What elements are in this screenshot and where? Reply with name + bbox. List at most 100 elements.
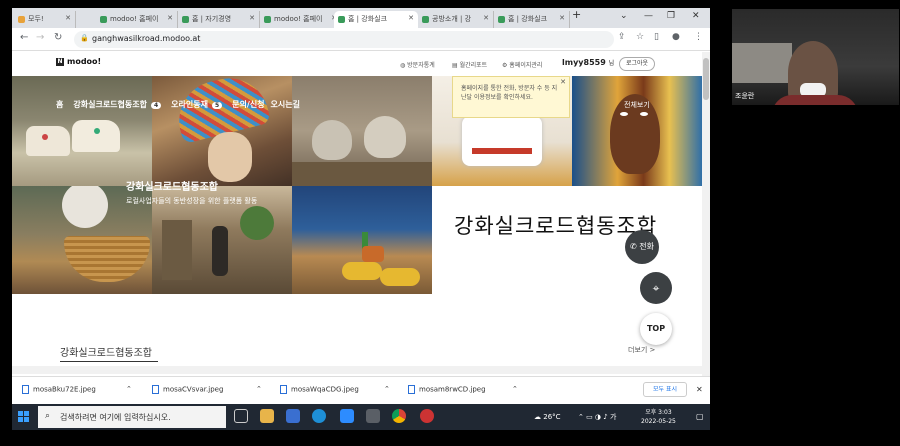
windows-start-icon[interactable] xyxy=(18,411,30,423)
tab-1[interactable]: 모두! ✕ xyxy=(14,11,76,28)
close-icon[interactable]: ✕ xyxy=(408,14,414,22)
main-nav: 홈 강화실크로드협동조합 4 오라인동재 5 문의/신청 오시는길 xyxy=(56,99,310,110)
link-monthly-report[interactable]: ▤ 월간리포트 xyxy=(452,60,487,69)
downloads-bar: mosaBku72E.jpeg ⌃ mosaCVsvar.jpeg ⌃ mosaWq… xyxy=(12,376,710,404)
scroll-top-button[interactable]: TOP xyxy=(640,313,672,345)
horizontal-scrollbar[interactable] xyxy=(12,366,702,374)
background-window xyxy=(732,43,792,83)
section-title: 강화실크로드협동조합 xyxy=(60,348,152,359)
user-id: lmyy8559 님 xyxy=(562,58,615,67)
show-all-downloads-button[interactable]: 모두 표시 xyxy=(643,382,687,397)
logout-button[interactable]: 로그아웃 xyxy=(619,57,655,71)
hero-photo-ceramic-birds xyxy=(292,76,432,186)
close-icon[interactable]: ✕ xyxy=(249,14,255,22)
phone-icon: ✆ xyxy=(630,242,637,251)
search-icon: ⌕ xyxy=(45,411,51,421)
link-visitor-stats[interactable]: ◍ 방문자통계 xyxy=(400,60,435,69)
cloud-icon: ☁ xyxy=(534,413,541,421)
url-input[interactable]: 🔒 ganghwasilkroad.modoo.at xyxy=(74,31,614,48)
download-item[interactable]: mosam8rwCD.jpeg ⌃ xyxy=(408,385,518,394)
participant-name: 조윤란 xyxy=(735,92,755,100)
participant-video: 조윤란 xyxy=(732,9,899,105)
file-explorer-icon[interactable] xyxy=(260,409,274,423)
brush-calligraphy-title: 강화실크로드협동조합 xyxy=(454,214,658,238)
download-item[interactable]: mosaCVsvar.jpeg ⌃ xyxy=(152,385,262,394)
chevron-up-icon[interactable]: ⌃ xyxy=(126,385,132,393)
tab-active[interactable]: 홈 | 강화실크 ✕ xyxy=(334,11,418,28)
download-item[interactable]: mosaWqaCDG.jpeg ⌃ xyxy=(280,385,390,394)
hero-photo-knit-hat xyxy=(152,76,292,186)
more-link[interactable]: 더보기 > xyxy=(628,345,655,355)
web-page: Nmodoo! ◍ 방문자통계 ▤ 월간리포트 ⚙ 홈페이지관리 lmyy855… xyxy=(12,52,710,376)
close-icon[interactable]: ✕ xyxy=(167,14,173,22)
task-view-icon[interactable] xyxy=(234,409,248,423)
close-icon[interactable]: ✕ xyxy=(560,78,566,87)
share-icon[interactable]: ⇪ xyxy=(618,32,626,42)
tab-6[interactable]: 공방소개 | 강 ✕ xyxy=(418,11,494,28)
reload-icon[interactable]: ↻ xyxy=(54,32,62,43)
tray-icons[interactable]: ⌃ ▭ ◑ ♪ 가 xyxy=(578,412,616,422)
site-header: Nmodoo! ◍ 방문자통계 ▤ 월간리포트 ⚙ 홈페이지관리 lmyy855… xyxy=(12,52,702,76)
bookmark-star-icon[interactable]: ☆ xyxy=(636,32,644,42)
tab-3[interactable]: 홈 | 자기경영 ✕ xyxy=(178,11,260,28)
nav-directions[interactable]: 오시는길 xyxy=(271,100,300,109)
nav-about[interactable]: 강화실크로드협동조합 xyxy=(73,100,147,109)
image-file-icon xyxy=(22,385,29,394)
tab-strip: 모두!✕ modoo! 홈페이✕ 홈 | 자기경영✕ modoo! 홈페이✕ 홈… xyxy=(12,8,710,28)
close-icon[interactable]: ✕ xyxy=(483,14,489,22)
map-pin-icon: ⌖ xyxy=(652,281,660,295)
edge-icon[interactable] xyxy=(312,409,326,423)
chevron-up-icon[interactable]: ⌃ xyxy=(256,385,262,393)
back-icon[interactable]: ← xyxy=(20,32,28,43)
scrollbar-thumb[interactable] xyxy=(703,58,709,100)
call-button[interactable]: ✆ 전화 xyxy=(625,230,659,264)
tab-4[interactable]: modoo! 홈페이✕ xyxy=(260,11,342,28)
new-tab-button[interactable]: + xyxy=(572,8,581,21)
image-file-icon xyxy=(152,385,159,394)
store-icon[interactable] xyxy=(286,409,300,423)
download-item[interactable]: mosaBku72E.jpeg ⌃ xyxy=(22,385,132,394)
notification-icon[interactable]: ▢ xyxy=(696,412,704,421)
side-panel-icon[interactable]: ▯ xyxy=(654,32,659,42)
chevron-up-icon[interactable]: ⌃ xyxy=(512,385,518,393)
close-icon[interactable]: ✕ xyxy=(696,385,703,394)
image-file-icon xyxy=(280,385,287,394)
taskbar-search-input[interactable]: ⌕ 검색하려면 여기에 입력하십시오. xyxy=(38,406,226,428)
weather-widget[interactable]: ☁ 26°C xyxy=(534,413,561,421)
close-icon[interactable]: ✕ xyxy=(559,14,565,22)
minimize-icon[interactable]: — xyxy=(644,11,653,21)
window-close-icon[interactable]: ✕ xyxy=(692,11,700,21)
link-site-admin[interactable]: ⚙ 홈페이지관리 xyxy=(502,60,542,69)
site-logo[interactable]: Nmodoo! xyxy=(56,57,101,66)
vertical-scrollbar[interactable] xyxy=(702,52,710,376)
hero-photo-shoes xyxy=(12,76,152,186)
tab-search-icon[interactable]: ⌄ xyxy=(620,11,628,21)
nav-inquiry[interactable]: 문의/신청 xyxy=(232,100,264,109)
app-icon[interactable] xyxy=(420,409,434,423)
logo-icon: N xyxy=(56,57,64,66)
chevron-up-icon[interactable]: ⌃ xyxy=(384,385,390,393)
location-button[interactable]: ⌖ xyxy=(640,272,672,304)
zoom-icon[interactable] xyxy=(340,409,354,423)
nav-products[interactable]: 오라인동재 xyxy=(171,100,208,109)
nav-home[interactable]: 홈 xyxy=(56,100,63,109)
windows-taskbar: ⌕ 검색하려면 여기에 입력하십시오. ☁ 26°C ⌃ ▭ ◑ ♪ 가 오후 … xyxy=(12,404,710,430)
restore-icon[interactable]: ❐ xyxy=(667,11,675,21)
taskbar-clock[interactable]: 오후 3:03 2022-05-25 xyxy=(641,408,676,426)
nav-all-menu[interactable]: 전체보기 xyxy=(624,100,650,110)
tab-2[interactable]: modoo! 홈페이 ✕ xyxy=(96,11,178,28)
section-underline xyxy=(60,361,158,362)
mail-icon[interactable] xyxy=(366,409,380,423)
tab-7[interactable]: 홈 | 강화실크 ✕ xyxy=(494,11,570,28)
nav-about-count: 4 xyxy=(150,102,162,109)
menu-icon[interactable]: ⋮ xyxy=(694,32,703,42)
forward-icon[interactable]: → xyxy=(36,32,44,43)
screen-share: 모두!✕ modoo! 홈페이✕ 홈 | 자기경영✕ modoo! 홈페이✕ 홈… xyxy=(12,8,710,430)
close-icon[interactable]: ✕ xyxy=(65,14,71,22)
lock-icon: 🔒 xyxy=(80,34,89,42)
profile-icon[interactable]: ● xyxy=(672,32,680,42)
address-bar: ← → ↻ 🔒 ganghwasilkroad.modoo.at ⇪ ☆ ▯ ●… xyxy=(12,28,710,51)
hero-photo-cushions xyxy=(292,186,432,294)
image-file-icon xyxy=(408,385,415,394)
chrome-icon[interactable] xyxy=(392,409,406,423)
